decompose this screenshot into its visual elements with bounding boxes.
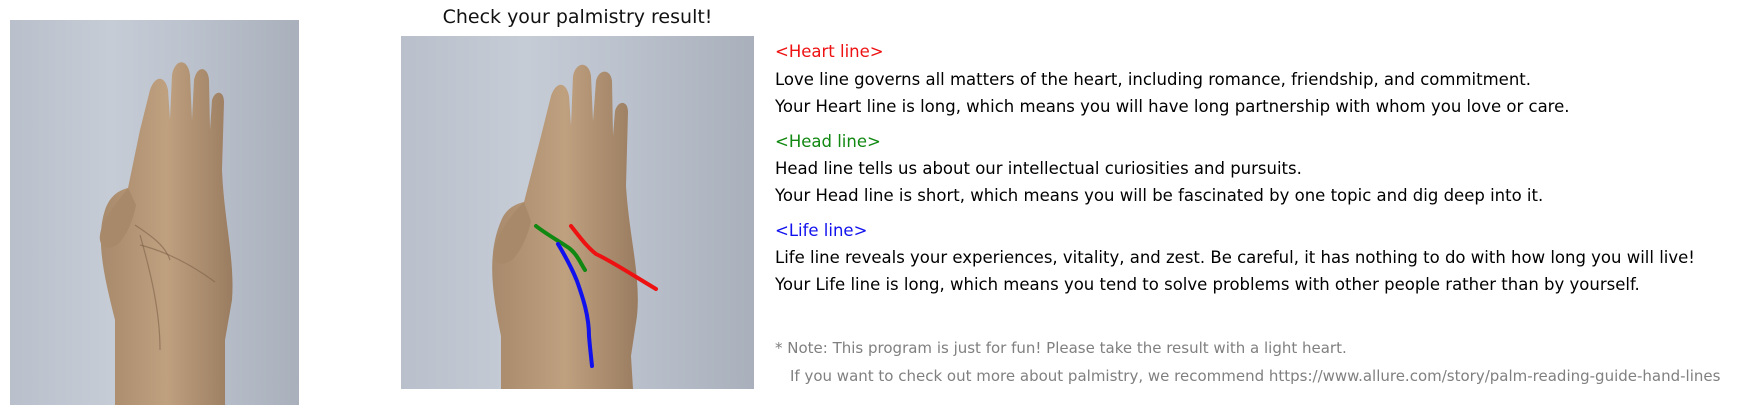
life-line-result: Your Life line is long, which means you … — [775, 275, 1640, 294]
result-title: Check your palmistry result! — [442, 6, 713, 28]
heart-line-description: Love line governs all matters of the hea… — [775, 70, 1531, 89]
heart-line-result: Your Heart line is long, which means you… — [775, 97, 1570, 116]
annotated-palm-photo — [401, 36, 754, 389]
head-line-description: Head line tells us about our intellectua… — [775, 159, 1302, 178]
original-palm-photo — [10, 20, 299, 405]
palm-illustration — [99, 62, 233, 405]
life-line-description: Life line reveals your experiences, vita… — [775, 248, 1695, 267]
head-line-result: Your Head line is short, which means you… — [775, 186, 1544, 205]
heart-line-header: <Heart line> — [775, 42, 884, 61]
note-line-1: * Note: This program is just for fun! Pl… — [775, 339, 1347, 357]
note-line-2: If you want to check out more about palm… — [790, 367, 1721, 385]
annotated-palm-illustration — [492, 64, 658, 389]
palmistry-result-page: Check your palmistry result! <Heart line… — [0, 0, 1748, 415]
life-line-header: <Life line> — [775, 221, 868, 240]
head-line-header: <Head line> — [775, 132, 881, 151]
